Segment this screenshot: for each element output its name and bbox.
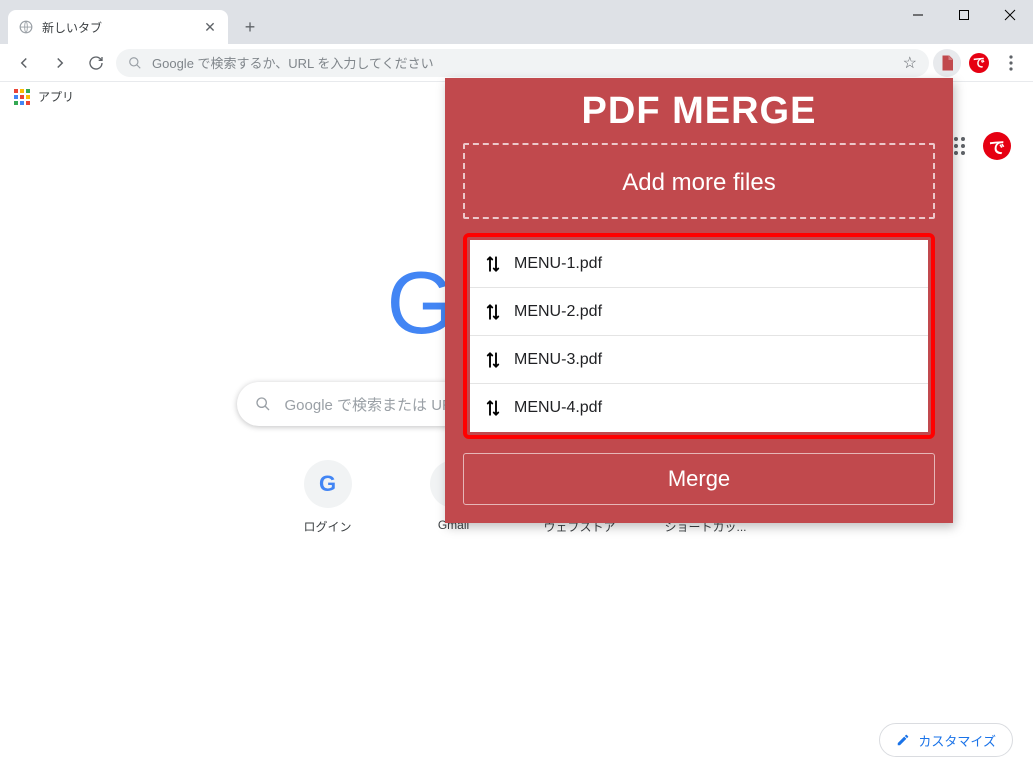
shortcut-label: ログイン: [303, 518, 351, 535]
add-files-label: Add more files: [622, 169, 775, 196]
window-close-button[interactable]: [987, 0, 1033, 30]
bookmark-star-icon[interactable]: ☆: [903, 53, 917, 73]
reload-button[interactable]: [80, 47, 112, 79]
popup-title: PDF MERGE: [463, 78, 935, 143]
window-controls: [895, 0, 1033, 30]
ntp-top-right: で: [947, 132, 1011, 160]
tab-favicon: [18, 19, 34, 35]
file-name: MENU-4.pdf: [514, 399, 602, 417]
address-bar[interactable]: Google で検索するか、URL を入力してください ☆: [116, 49, 929, 77]
tab-strip: 新しいタブ ✕ +: [0, 0, 895, 44]
apps-icon: [14, 89, 30, 105]
file-row[interactable]: MENU-1.pdf: [470, 240, 928, 288]
de-logo-icon: で: [969, 53, 989, 73]
window-minimize-button[interactable]: [895, 0, 941, 30]
window-titlebar: 新しいタブ ✕ +: [0, 0, 1033, 44]
browser-tab[interactable]: 新しいタブ ✕: [8, 10, 228, 44]
reorder-icon[interactable]: [484, 303, 502, 321]
merge-button[interactable]: Merge: [463, 453, 935, 505]
window-maximize-button[interactable]: [941, 0, 987, 30]
search-icon: [128, 56, 142, 70]
browser-toolbar: Google で検索するか、URL を入力してください ☆ で: [0, 44, 1033, 82]
customize-label: カスタマイズ: [918, 731, 996, 750]
omnibox-placeholder: Google で検索するか、URL を入力してください: [152, 53, 434, 72]
file-name: MENU-3.pdf: [514, 351, 602, 369]
account-avatar[interactable]: で: [983, 132, 1011, 160]
file-name: MENU-2.pdf: [514, 303, 602, 321]
customize-button[interactable]: カスタマイズ: [879, 723, 1013, 757]
pdf-merge-extension-icon[interactable]: [933, 49, 961, 77]
shortcut-item[interactable]: G ログイン: [284, 460, 372, 535]
tab-close-button[interactable]: ✕: [202, 19, 218, 35]
merge-label: Merge: [668, 466, 730, 491]
content-area: で Google Google で検索または URL を入力 G ログイン Gm…: [0, 112, 1033, 773]
file-row[interactable]: MENU-2.pdf: [470, 288, 928, 336]
reorder-icon[interactable]: [484, 351, 502, 369]
back-button[interactable]: [8, 47, 40, 79]
browser-menu-button[interactable]: [997, 49, 1025, 77]
apps-bookmark[interactable]: アプリ: [38, 88, 74, 105]
extension-icon[interactable]: で: [965, 49, 993, 77]
tab-title: 新しいタブ: [42, 19, 202, 36]
pdf-merge-popup: PDF MERGE Add more files MENU-1.pdf MENU…: [445, 78, 953, 523]
reorder-icon[interactable]: [484, 255, 502, 273]
pencil-icon: [896, 733, 910, 747]
file-name: MENU-1.pdf: [514, 255, 602, 273]
shortcut-icon: G: [304, 460, 352, 508]
file-list: MENU-1.pdf MENU-2.pdf MENU-3.pdf MENU-4.…: [470, 240, 928, 432]
new-tab-button[interactable]: +: [236, 13, 264, 41]
file-row[interactable]: MENU-3.pdf: [470, 336, 928, 384]
file-row[interactable]: MENU-4.pdf: [470, 384, 928, 432]
file-list-highlight: MENU-1.pdf MENU-2.pdf MENU-3.pdf MENU-4.…: [463, 233, 935, 439]
reorder-icon[interactable]: [484, 399, 502, 417]
forward-button[interactable]: [44, 47, 76, 79]
search-icon: [255, 396, 271, 412]
add-files-dropzone[interactable]: Add more files: [463, 143, 935, 219]
